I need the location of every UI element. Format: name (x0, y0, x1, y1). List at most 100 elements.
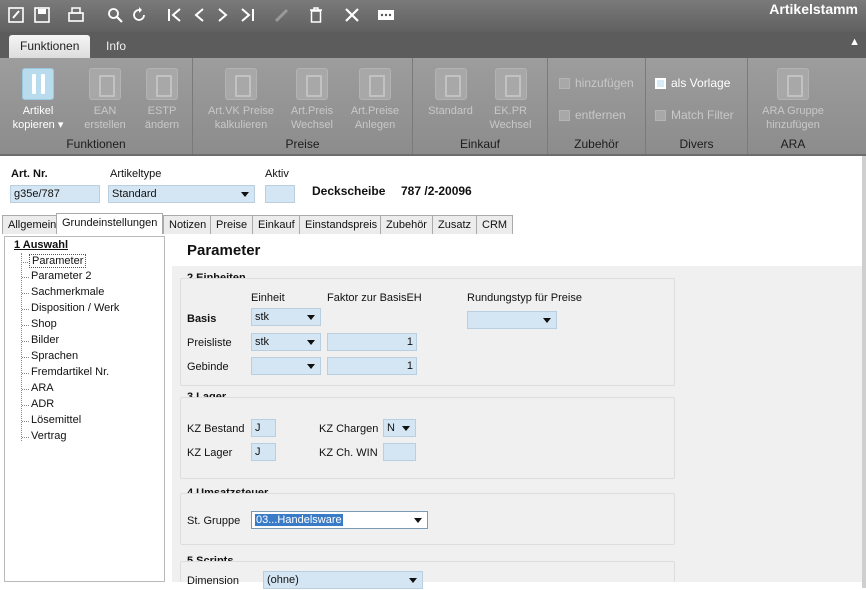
tab-notizen[interactable]: Notizen (163, 215, 213, 234)
entfernen-button: entfernen (559, 108, 626, 122)
aktiv-field[interactable] (265, 185, 295, 203)
preisliste-einheit-select[interactable]: stk (251, 333, 321, 351)
page-title: Parameter (172, 236, 862, 266)
group-divers: als Vorlage Match Filter Divers (646, 58, 748, 154)
group-preise: Art.VK Preise kalkulieren Art.Preis Wech… (193, 58, 413, 154)
tree-item-bilder[interactable]: Bilder (21, 334, 59, 346)
st-gruppe-select[interactable]: 03...Handelsware (251, 511, 428, 529)
group-einkauf: Standard EK.PR Wechsel Einkauf (413, 58, 548, 154)
filter-icon (655, 109, 666, 121)
first-record-icon[interactable] (166, 6, 184, 24)
prev-record-icon[interactable] (190, 6, 208, 24)
edit-icon[interactable] (7, 6, 25, 24)
tree-item-sprachen[interactable]: Sprachen (21, 350, 78, 362)
group-zubehoer: hinzufügen entfernen Zubehör (548, 58, 646, 154)
app-title: Artikelstamm (769, 1, 858, 17)
artikeltype-label: Artikeltype (110, 168, 162, 180)
tree-item-ara[interactable]: ARA (22, 382, 54, 394)
tree-item-parameter-2[interactable]: Parameter 2 (22, 270, 92, 282)
tab-preise[interactable]: Preise (210, 215, 254, 234)
tab-funktionen[interactable]: Funktionen (9, 35, 91, 58)
tree-item-shop[interactable]: Shop (22, 318, 57, 330)
collapse-ribbon-icon[interactable]: ▲ (849, 36, 860, 48)
match-filter-button: Match Filter (655, 108, 734, 122)
gebinde-faktor-field[interactable]: 1 (327, 357, 417, 375)
trash-icon[interactable] (307, 6, 325, 24)
tree-item-loesemittel[interactable]: Lösemittel (21, 414, 81, 426)
ean-erstellen-button: EAN erstellen (80, 64, 130, 132)
tree-item-parameter[interactable]: Parameter (20, 254, 87, 268)
article-description: Deckscheibe (312, 184, 386, 198)
kz-bestand-field[interactable]: J (251, 419, 276, 437)
print-icon[interactable] (67, 6, 85, 24)
artikel-kopieren-button[interactable]: Artikel kopieren ▾ (8, 64, 68, 132)
more-icon[interactable] (377, 6, 395, 24)
barcode-icon (89, 68, 121, 100)
tab-zusatz[interactable]: Zusatz (432, 215, 478, 234)
article-number: 787 /2-20096 (401, 184, 472, 198)
kz-chargen-label: KZ Chargen (319, 423, 379, 435)
template-icon (655, 77, 666, 89)
tab-crm[interactable]: CRM (476, 215, 514, 234)
basis-einheit-select[interactable]: stk (251, 308, 321, 326)
dimension-select[interactable]: (ohne) (263, 571, 423, 589)
list-add-icon (359, 68, 391, 100)
tab-einstandspreis[interactable]: Einstandspreis (299, 215, 384, 234)
art-nr-field[interactable]: g35e/787 (10, 185, 100, 203)
tab-info[interactable]: Info (95, 35, 137, 58)
artikeltype-select[interactable]: Standard (108, 185, 255, 203)
tree-root[interactable]: 1 Auswahl (14, 239, 68, 251)
rundungstyp-select[interactable] (467, 311, 557, 329)
group-label: ARA (780, 137, 806, 151)
navigation-tree: 1 Auswahl Parameter Parameter 2 Sachmerk… (4, 236, 165, 582)
art-preise-anlegen-button: Art.Preise Anlegen (345, 64, 405, 132)
aktiv-label: Aktiv (265, 168, 289, 180)
gebinde-label: Gebinde (187, 361, 229, 373)
ribbon: Artikel kopieren ▾ EAN erstellen ESTP än… (0, 58, 866, 156)
kz-ch-win-field[interactable] (383, 443, 416, 461)
art-nr-label: Art. Nr. (11, 168, 48, 180)
tab-zubehoer[interactable]: Zubehör (380, 215, 433, 234)
close-icon[interactable] (343, 6, 361, 24)
add-icon (559, 77, 570, 89)
ara-gruppe-button: ARA Gruppe hinzufügen (756, 64, 830, 132)
tab-allgemein[interactable]: Allgemein (2, 215, 63, 234)
als-vorlage-button[interactable]: als Vorlage (655, 76, 730, 90)
col-faktor: Faktor zur BasisEH (327, 292, 422, 304)
tree-item-sachmerkmale[interactable]: Sachmerkmale (21, 286, 104, 298)
kz-lager-field[interactable]: J (251, 443, 276, 461)
group-label: Zubehör (574, 137, 619, 151)
list-icon (296, 68, 328, 100)
tree-item-disposition[interactable]: Disposition / Werk (21, 302, 119, 314)
save-icon[interactable] (33, 6, 51, 24)
ara-icon (777, 68, 809, 100)
copy-icon (22, 68, 54, 100)
window-scrollbar[interactable] (862, 156, 866, 588)
st-gruppe-label: St. Gruppe (187, 515, 241, 527)
last-record-icon[interactable] (238, 6, 256, 24)
tab-grundeinstellungen[interactable]: Grundeinstellungen (56, 213, 164, 234)
st-gruppe-value: 03...Handelsware (255, 514, 343, 526)
title-bar: Artikelstamm (0, 0, 866, 32)
preisliste-faktor-field[interactable]: 1 (327, 333, 417, 351)
ribbon-tab-bar: Funktionen Info ▲ (0, 32, 866, 58)
kz-chargen-select[interactable]: N (383, 419, 416, 437)
refresh-icon[interactable] (130, 6, 148, 24)
search-icon[interactable] (106, 6, 124, 24)
group-label: Einkauf (459, 137, 501, 151)
tree-item-vertrag[interactable]: Vertrag (21, 430, 66, 442)
parameter-panel: Parameter 2 Einheiten Einheit Faktor zur… (172, 236, 862, 589)
col-rundung: Rundungstyp für Preise (467, 292, 582, 304)
standard-icon (434, 68, 467, 100)
next-record-icon[interactable] (214, 6, 232, 24)
kz-bestand-label: KZ Bestand (187, 423, 245, 435)
gebinde-einheit-select[interactable] (251, 357, 321, 375)
preisliste-label: Preisliste (187, 337, 232, 349)
list-icon (494, 68, 527, 100)
group-label: Preise (285, 137, 320, 151)
tab-einkauf[interactable]: Einkauf (252, 215, 301, 234)
tree-item-fremdartikel[interactable]: Fremdartikel Nr. (21, 366, 109, 378)
scripts-section: Dimension (ohne) (180, 561, 675, 589)
tree-item-adr[interactable]: ADR (21, 398, 54, 410)
group-label: Funktionen (66, 137, 126, 151)
